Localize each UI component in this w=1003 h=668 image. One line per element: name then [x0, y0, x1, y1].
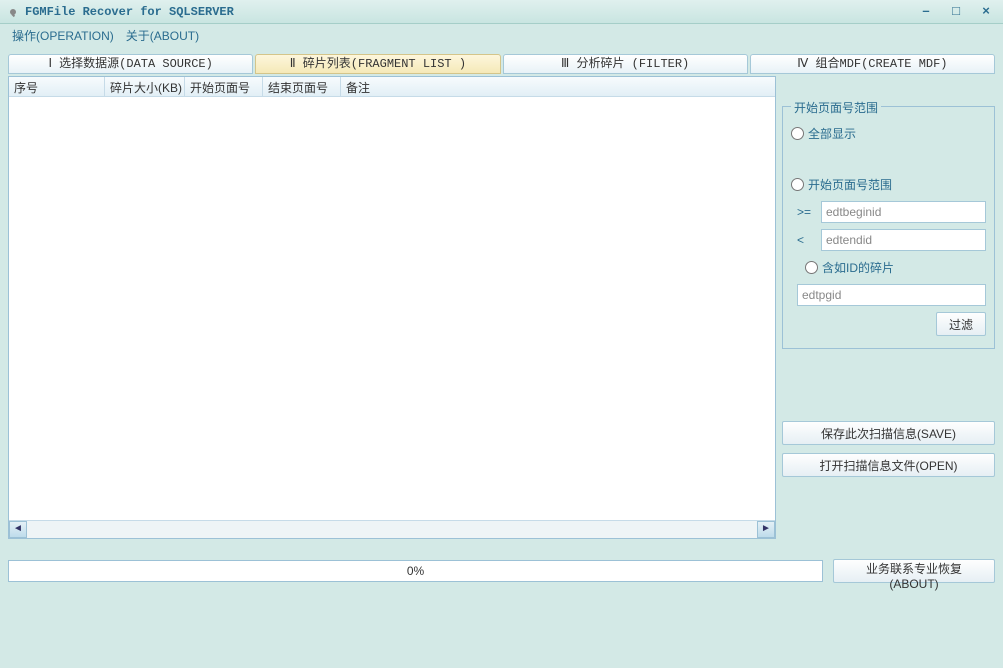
- grid-header: 序号 碎片大小(KB) 开始页面号 结束页面号 备注: [9, 77, 775, 97]
- radio-all-label: 全部显示: [808, 125, 856, 142]
- tabs-row: Ⅰ 选择数据源(DATA SOURCE) Ⅱ 碎片列表(FRAGMENT LIS…: [8, 54, 995, 74]
- filter-group: 开始页面号范围 全部显示 开始页面号范围 >= <: [782, 106, 995, 349]
- grid-hscroll: ◄ ►: [9, 520, 775, 538]
- close-button[interactable]: ×: [975, 4, 997, 20]
- tab-data-source[interactable]: Ⅰ 选择数据源(DATA SOURCE): [8, 54, 253, 74]
- radio-all-row: 全部显示: [791, 125, 986, 142]
- fragment-grid: 序号 碎片大小(KB) 开始页面号 结束页面号 备注 ◄ ►: [8, 76, 776, 539]
- ge-row: >=: [797, 201, 986, 223]
- col-size[interactable]: 碎片大小(KB): [105, 77, 185, 96]
- grid-body[interactable]: [9, 97, 775, 520]
- app-icon: [6, 5, 20, 19]
- radio-range[interactable]: [791, 178, 804, 191]
- maximize-button[interactable]: □: [945, 4, 967, 20]
- minimize-button[interactable]: –: [915, 4, 937, 20]
- save-button[interactable]: 保存此次扫描信息(SAVE): [782, 421, 995, 445]
- lt-label: <: [797, 233, 815, 247]
- radio-range-label: 开始页面号范围: [808, 176, 892, 193]
- window-title: FGMFile Recover for SQLSERVER: [25, 5, 915, 19]
- ge-label: >=: [797, 205, 815, 219]
- col-end-page[interactable]: 结束页面号: [263, 77, 341, 96]
- col-start-page[interactable]: 开始页面号: [185, 77, 263, 96]
- menubar: 操作(OPERATION) 关于(ABOUT): [0, 24, 1003, 46]
- bottom-row: 0% 业务联系专业恢复(ABOUT): [0, 559, 1003, 583]
- right-panel: 开始页面号范围 全部显示 开始页面号范围 >= <: [782, 76, 995, 539]
- col-note[interactable]: 备注: [341, 77, 775, 96]
- radio-all[interactable]: [791, 127, 804, 140]
- scroll-left-button[interactable]: ◄: [9, 521, 27, 538]
- menu-operation[interactable]: 操作(OPERATION): [6, 25, 120, 46]
- col-index[interactable]: 序号: [9, 77, 105, 96]
- scroll-track[interactable]: [27, 521, 757, 538]
- begin-id-input[interactable]: [821, 201, 986, 223]
- pgid-row: [797, 284, 986, 306]
- radio-contains-label: 含如ID的碎片: [822, 259, 894, 276]
- tab-fragment-list[interactable]: Ⅱ 碎片列表(FRAGMENT LIST ): [255, 54, 500, 74]
- filter-button[interactable]: 过滤: [936, 312, 986, 336]
- menu-about[interactable]: 关于(ABOUT): [120, 25, 205, 46]
- main-row: 序号 碎片大小(KB) 开始页面号 结束页面号 备注 ◄ ► 开始页面号范围 全…: [8, 76, 995, 539]
- tab-create-mdf[interactable]: Ⅳ 组合MDF(CREATE MDF): [750, 54, 995, 74]
- radio-contains-row: 含如ID的碎片: [805, 259, 986, 276]
- filter-btn-row: 过滤: [791, 312, 986, 336]
- content-area: Ⅰ 选择数据源(DATA SOURCE) Ⅱ 碎片列表(FRAGMENT LIS…: [0, 46, 1003, 543]
- action-buttons: 保存此次扫描信息(SAVE) 打开扫描信息文件(OPEN): [782, 421, 995, 477]
- contact-about-button[interactable]: 业务联系专业恢复(ABOUT): [833, 559, 995, 583]
- end-id-input[interactable]: [821, 229, 986, 251]
- scroll-right-button[interactable]: ►: [757, 521, 775, 538]
- open-button[interactable]: 打开扫描信息文件(OPEN): [782, 453, 995, 477]
- window-controls: – □ ×: [915, 4, 997, 20]
- pgid-input[interactable]: [797, 284, 986, 306]
- radio-range-row: 开始页面号范围: [791, 176, 986, 193]
- tab-filter[interactable]: Ⅲ 分析碎片 (FILTER): [503, 54, 748, 74]
- lt-row: <: [797, 229, 986, 251]
- radio-contains[interactable]: [805, 261, 818, 274]
- group-title: 开始页面号范围: [791, 99, 881, 116]
- titlebar: FGMFile Recover for SQLSERVER – □ ×: [0, 0, 1003, 24]
- progress-bar: 0%: [8, 560, 823, 582]
